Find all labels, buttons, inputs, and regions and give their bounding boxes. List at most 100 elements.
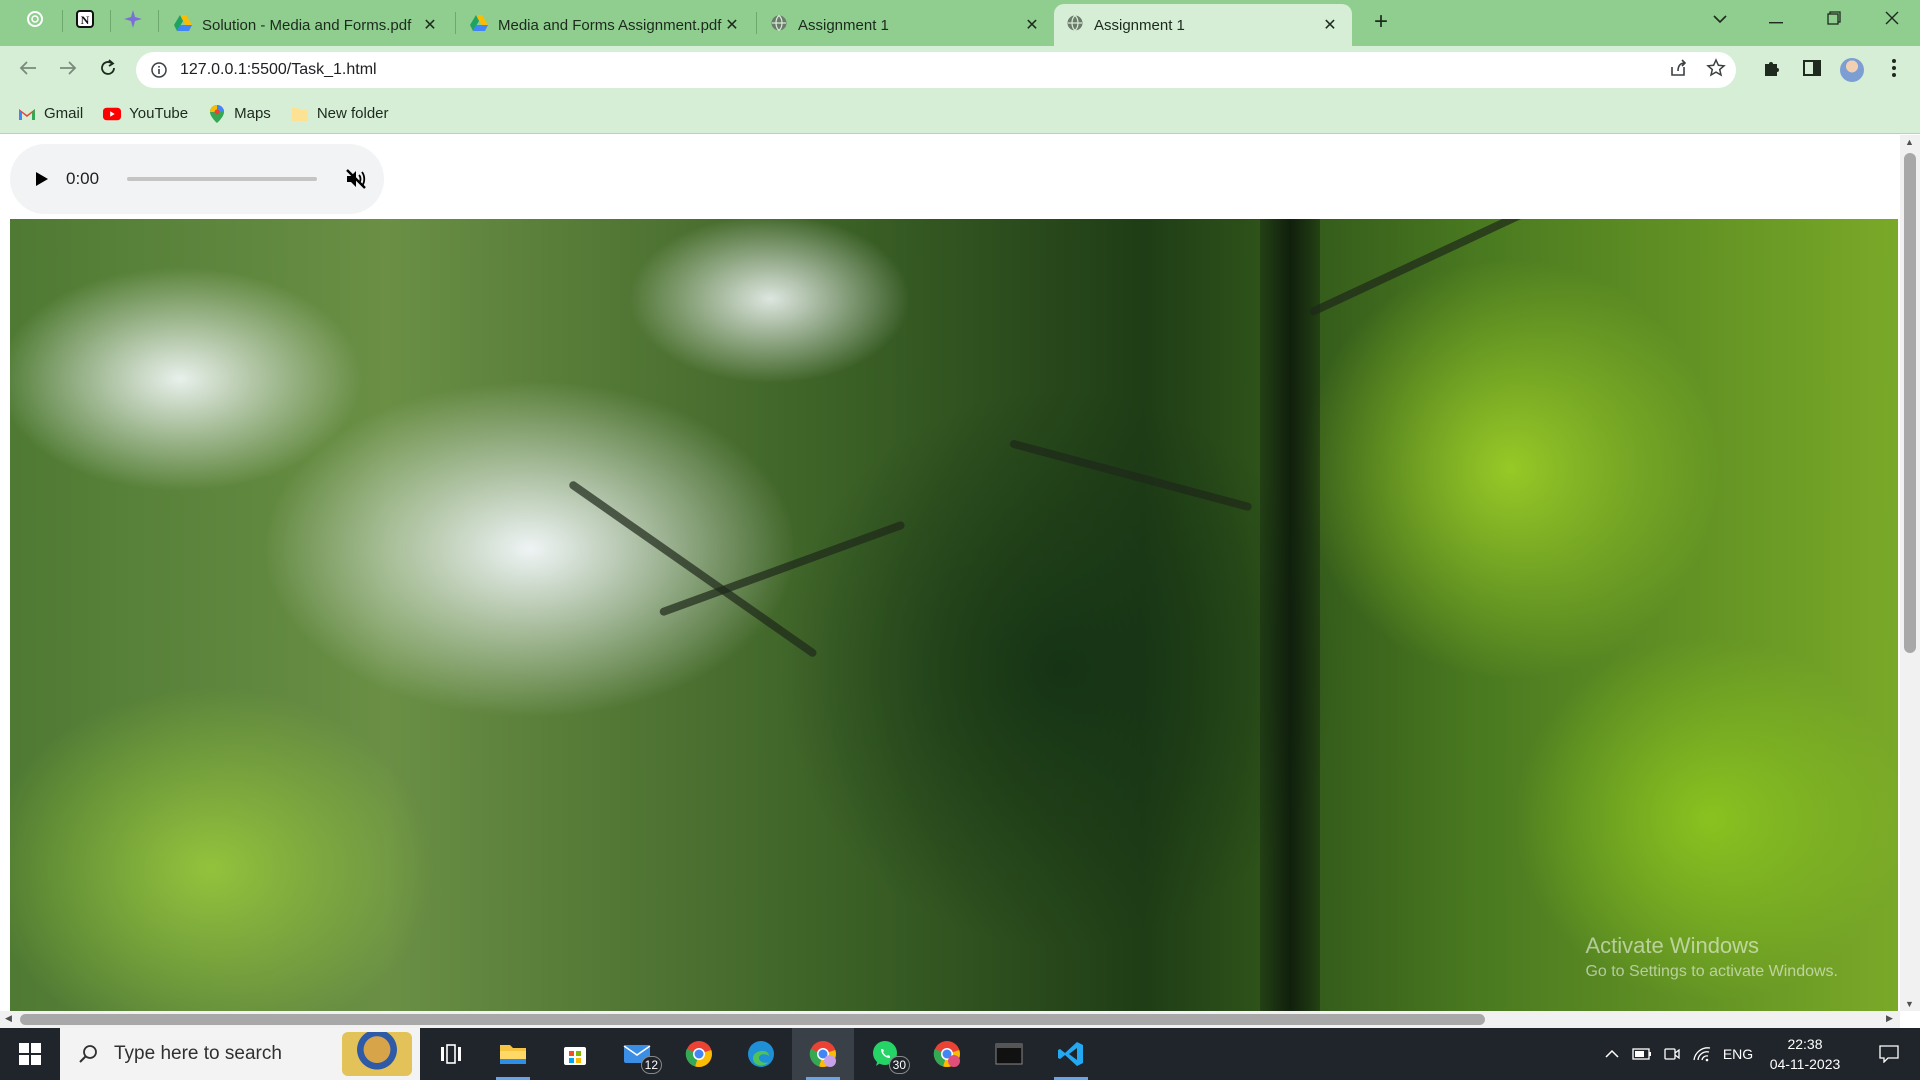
mail-button[interactable]: 12: [606, 1028, 668, 1080]
chrome-icon: [685, 1041, 712, 1068]
puzzle-icon: [1762, 58, 1782, 83]
horizontal-scroll-thumb[interactable]: [20, 1014, 1485, 1025]
terminal-button[interactable]: [978, 1028, 1040, 1080]
file-explorer-button[interactable]: [482, 1028, 544, 1080]
forward-button[interactable]: [52, 54, 84, 86]
activate-windows-watermark: Activate Windows Go to Settings to activ…: [1585, 933, 1838, 981]
mail-badge: 12: [640, 1056, 662, 1074]
close-icon: [1885, 11, 1899, 30]
reload-button[interactable]: [92, 54, 124, 86]
bookmark-star-icon[interactable]: [1706, 58, 1726, 83]
extensions-button[interactable]: [1758, 56, 1786, 84]
branch: [1308, 219, 1548, 317]
language-indicator[interactable]: ENG: [1720, 1028, 1756, 1080]
restore-icon: [1827, 10, 1841, 30]
horizontal-scrollbar[interactable]: ◀ ▶: [0, 1011, 1900, 1028]
chrome-button[interactable]: [668, 1028, 730, 1080]
notion-icon: N: [75, 9, 95, 34]
youtube-icon: [103, 105, 122, 123]
search-highlight-image[interactable]: [342, 1032, 412, 1076]
close-window-button[interactable]: [1864, 0, 1920, 40]
clock-date: 04-11-2023: [1769, 1056, 1841, 1072]
vertical-scroll-thumb[interactable]: [1904, 153, 1916, 653]
tab-search-button[interactable]: [1692, 0, 1748, 40]
muted-speaker-icon: [346, 169, 366, 189]
windows-logo-icon: [19, 1043, 41, 1065]
taskbar-search-box[interactable]: Type here to search: [60, 1028, 420, 1080]
minimize-button[interactable]: [1748, 0, 1804, 40]
battery-button[interactable]: [1628, 1028, 1656, 1080]
edge-button[interactable]: [730, 1028, 792, 1080]
new-tab-button[interactable]: +: [1366, 8, 1396, 36]
mute-button[interactable]: [343, 166, 369, 192]
windows-taskbar: Type here to search 12 30 ENG 22:38 04-1…: [0, 1028, 1920, 1080]
side-panel-icon: [1802, 58, 1822, 83]
start-button[interactable]: [0, 1028, 60, 1080]
menu-button[interactable]: [1880, 56, 1908, 84]
tab-solution-pdf[interactable]: Solution - Media and Forms.pdf ✕: [162, 4, 452, 46]
audio-time: 0:00: [66, 169, 100, 188]
scroll-left-arrow-icon[interactable]: ◀: [5, 1013, 12, 1024]
vertical-scrollbar[interactable]: ▲ ▼: [1900, 135, 1920, 1011]
close-tab-icon[interactable]: ✕: [722, 15, 742, 35]
close-tab-icon[interactable]: ✕: [420, 15, 440, 35]
tab-title: Assignment 1: [798, 16, 889, 34]
tab-assignment-pdf[interactable]: Media and Forms Assignment.pdf ✕: [458, 4, 754, 46]
wifi-button[interactable]: [1688, 1028, 1716, 1080]
address-bar[interactable]: 127.0.0.1:5500/Task_1.html: [136, 52, 1736, 88]
watermark-title: Activate Windows: [1585, 933, 1760, 958]
edge-icon: [748, 1041, 774, 1067]
tab-title: Assignment 1: [1094, 16, 1185, 34]
tab-strip: N Solution - Media and Forms.pdf ✕ Media…: [0, 0, 1920, 46]
restore-button[interactable]: [1806, 0, 1862, 40]
tab-title: Media and Forms Assignment.pdf: [498, 16, 722, 34]
play-icon: [36, 172, 48, 186]
folder-icon: [291, 105, 309, 123]
pinned-tab-notion[interactable]: N: [66, 6, 104, 36]
search-icon: [76, 1042, 100, 1066]
chrome-active-button[interactable]: [792, 1028, 854, 1080]
bookmark-new-folder[interactable]: New folder: [291, 105, 389, 123]
openai-icon: [26, 10, 44, 33]
share-icon[interactable]: [1668, 58, 1688, 83]
profile-button[interactable]: [1838, 56, 1866, 84]
notifications-button[interactable]: [1864, 1028, 1914, 1080]
task-view-icon: [441, 1044, 461, 1064]
video-player[interactable]: Activate Windows Go to Settings to activ…: [10, 219, 1898, 1011]
meet-now-button[interactable]: [1658, 1028, 1686, 1080]
scroll-right-arrow-icon[interactable]: ▶: [1886, 1013, 1893, 1024]
url-text[interactable]: 127.0.0.1:5500/Task_1.html: [180, 61, 377, 79]
wifi-icon: [1693, 1047, 1711, 1062]
system-clock[interactable]: 22:38 04-11-2023: [1760, 1034, 1850, 1074]
branch: [1008, 439, 1253, 512]
bookmark-maps[interactable]: Maps: [208, 104, 271, 123]
info-icon[interactable]: [150, 61, 168, 79]
show-hidden-icons-button[interactable]: [1598, 1028, 1626, 1080]
side-panel-button[interactable]: [1798, 56, 1826, 84]
battery-icon: [1632, 1048, 1651, 1060]
play-button[interactable]: [32, 169, 52, 189]
globe-icon: [1066, 14, 1084, 36]
pinned-tab-chatgpt[interactable]: [16, 6, 54, 36]
scroll-up-arrow-icon[interactable]: ▲: [1905, 137, 1914, 147]
back-button[interactable]: [12, 54, 44, 86]
close-tab-icon[interactable]: ✕: [1320, 15, 1340, 35]
task-view-button[interactable]: [420, 1028, 482, 1080]
bookmark-youtube[interactable]: YouTube: [103, 105, 188, 123]
tab-assignment-1-active[interactable]: Assignment 1 ✕: [1054, 4, 1352, 46]
tab-assignment-1[interactable]: Assignment 1 ✕: [758, 4, 1054, 46]
whatsapp-button[interactable]: 30: [854, 1028, 916, 1080]
search-placeholder: Type here to search: [114, 1043, 282, 1064]
gmail-icon: [18, 105, 36, 123]
sparkle-icon: [123, 9, 143, 34]
close-tab-icon[interactable]: ✕: [1022, 15, 1042, 35]
chrome-gmail-button[interactable]: [916, 1028, 978, 1080]
pinned-tab-gemini[interactable]: [114, 6, 152, 36]
microsoft-store-button[interactable]: [544, 1028, 606, 1080]
audio-progress-slider[interactable]: [127, 177, 318, 181]
bookmark-label: Gmail: [44, 105, 84, 122]
vscode-icon: [1058, 1042, 1083, 1066]
vscode-button[interactable]: [1040, 1028, 1102, 1080]
scroll-down-arrow-icon[interactable]: ▼: [1905, 999, 1914, 1009]
bookmark-gmail[interactable]: Gmail: [18, 105, 83, 123]
